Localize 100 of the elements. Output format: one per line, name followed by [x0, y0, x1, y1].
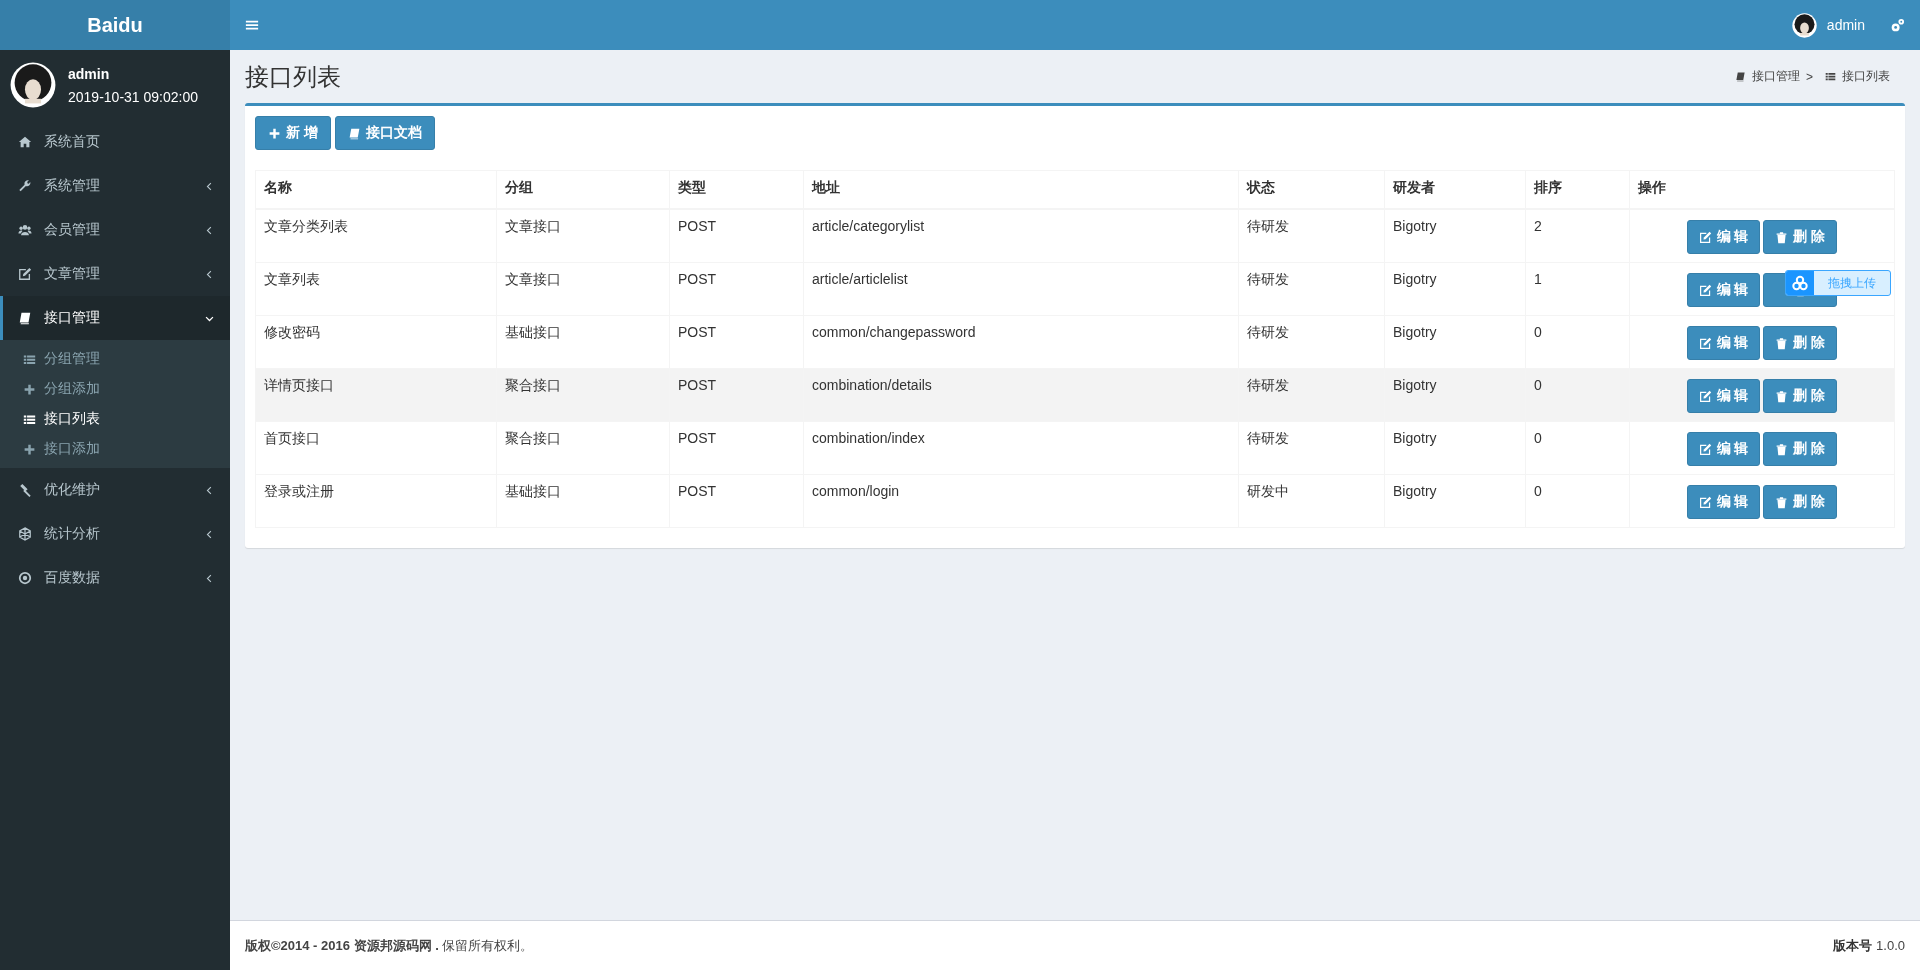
- sidebar-item[interactable]: 百度数据: [0, 556, 230, 600]
- edit-icon: [1698, 336, 1712, 350]
- avatar: [1791, 12, 1817, 38]
- delete-button[interactable]: 删 除: [1763, 485, 1838, 519]
- delete-button[interactable]: 删 除: [1763, 326, 1838, 360]
- table-cell: Bigotry: [1384, 315, 1526, 369]
- edit-button[interactable]: 编 辑: [1686, 379, 1761, 413]
- edit-icon: [1698, 442, 1712, 456]
- plus-icon: [23, 382, 36, 396]
- trash-icon: [1775, 389, 1789, 403]
- table-cell: POST: [669, 368, 804, 422]
- table-cell: 修改密码: [255, 315, 497, 369]
- trash-icon: [1775, 230, 1789, 244]
- upload-tooltip[interactable]: 拖拽上传: [1785, 270, 1892, 296]
- table-cell: 2: [1525, 209, 1630, 263]
- edit-icon: [1698, 283, 1712, 297]
- copyright-text: 版权©2014 - 2016 资源邦源码网 . 保留所有权利。: [245, 936, 534, 955]
- table-cell: POST: [669, 315, 804, 369]
- table-cell: combination/index: [803, 421, 1239, 475]
- table-cell: 0: [1525, 474, 1630, 528]
- book-icon: [1735, 71, 1746, 82]
- wrench-icon: [18, 179, 32, 193]
- submenu-item[interactable]: 分组添加: [0, 374, 230, 404]
- edit-icon: [1698, 230, 1712, 244]
- table-cell: article/articlelist: [803, 262, 1239, 316]
- target-icon: [18, 571, 32, 585]
- table-cell: 研发中: [1238, 474, 1385, 528]
- edit-button[interactable]: 编 辑: [1686, 432, 1761, 466]
- toolbar-button[interactable]: 新 增: [255, 116, 331, 150]
- sidebar-item[interactable]: 系统管理: [0, 164, 230, 208]
- login-time: 2019-10-31 09:02:00: [68, 88, 198, 105]
- table-cell: 聚合接口: [496, 368, 670, 422]
- cloud-icon: [1792, 275, 1809, 291]
- table-cell: 待研发: [1238, 315, 1385, 369]
- breadcrumb-separator: >: [1806, 69, 1813, 84]
- edit-icon: [1698, 389, 1712, 403]
- home-icon: [18, 135, 32, 149]
- list-icon: [1825, 71, 1836, 82]
- delete-button[interactable]: 删 除: [1763, 432, 1838, 466]
- user-name: admin: [68, 65, 111, 82]
- submenu-item[interactable]: 分组管理: [0, 344, 230, 374]
- breadcrumb-link[interactable]: 接口列表: [1842, 68, 1890, 85]
- table-cell: 待研发: [1238, 421, 1385, 475]
- table-cell: common/login: [803, 474, 1239, 528]
- sidebar-item[interactable]: 系统首页: [0, 120, 230, 164]
- trash-icon: [1775, 336, 1789, 350]
- table-cell: Bigotry: [1384, 474, 1526, 528]
- edit-icon: [18, 267, 32, 281]
- table-cell: Bigotry: [1384, 209, 1526, 263]
- submenu-item[interactable]: 接口列表: [0, 404, 230, 434]
- delete-button[interactable]: 删 除: [1763, 220, 1838, 254]
- list-icon: [23, 412, 36, 426]
- edit-button[interactable]: 编 辑: [1686, 273, 1761, 307]
- sidebar-item[interactable]: 会员管理: [0, 208, 230, 252]
- trash-icon: [1775, 442, 1789, 456]
- table-cell: POST: [669, 421, 804, 475]
- submenu-item[interactable]: 接口添加: [0, 434, 230, 464]
- table-cell: combination/details: [803, 368, 1239, 422]
- breadcrumb-link[interactable]: 接口管理: [1752, 68, 1800, 85]
- sidebar-item[interactable]: 优化维护: [0, 468, 230, 512]
- edit-button[interactable]: 编 辑: [1686, 485, 1761, 519]
- delete-button[interactable]: 删 除: [1763, 379, 1838, 413]
- page-title: 接口列表: [245, 61, 341, 92]
- table-cell: Bigotry: [1384, 368, 1526, 422]
- edit-button[interactable]: 编 辑: [1686, 220, 1761, 254]
- table-cell: Bigotry: [1384, 262, 1526, 316]
- sidebar-item[interactable]: 统计分析: [0, 512, 230, 556]
- book-icon: [347, 126, 361, 140]
- hexagon-icon: [18, 527, 32, 541]
- toolbar-button[interactable]: 接口文档: [334, 116, 435, 150]
- brand-logo[interactable]: Baidu: [0, 0, 230, 50]
- table-cell: 聚合接口: [496, 421, 670, 475]
- trash-icon: [1775, 495, 1789, 509]
- users-icon: [18, 223, 32, 237]
- table-cell: 文章接口: [496, 262, 670, 316]
- table-cell: 基础接口: [496, 315, 670, 369]
- table-cell: 1: [1525, 262, 1630, 316]
- sidebar-item[interactable]: 文章管理: [0, 252, 230, 296]
- table-cell: 基础接口: [496, 474, 670, 528]
- table-cell: 待研发: [1238, 368, 1385, 422]
- plus-icon: [268, 126, 281, 140]
- user-menu[interactable]: admin: [1776, 12, 1880, 38]
- edit-button[interactable]: 编 辑: [1686, 326, 1761, 360]
- menu-icon: [245, 18, 259, 32]
- gears-icon: [1890, 17, 1905, 33]
- table-cell: 首页接口: [255, 421, 497, 475]
- table-cell: Bigotry: [1384, 421, 1526, 475]
- table-cell: 文章列表: [255, 262, 497, 316]
- book-icon: [18, 311, 32, 325]
- list-icon: [23, 352, 36, 366]
- table-cell: 0: [1525, 421, 1630, 475]
- table-cell: 0: [1525, 315, 1630, 369]
- table-cell: 0: [1525, 368, 1630, 422]
- sidebar-item[interactable]: 接口管理: [0, 296, 230, 340]
- table-cell: 详情页接口: [255, 368, 497, 422]
- table-cell: 待研发: [1238, 262, 1385, 316]
- table-cell: article/categorylist: [803, 209, 1239, 263]
- plus-icon: [23, 442, 36, 456]
- edit-icon: [1698, 495, 1712, 509]
- version-text: 版本号 1.0.0: [1833, 936, 1905, 955]
